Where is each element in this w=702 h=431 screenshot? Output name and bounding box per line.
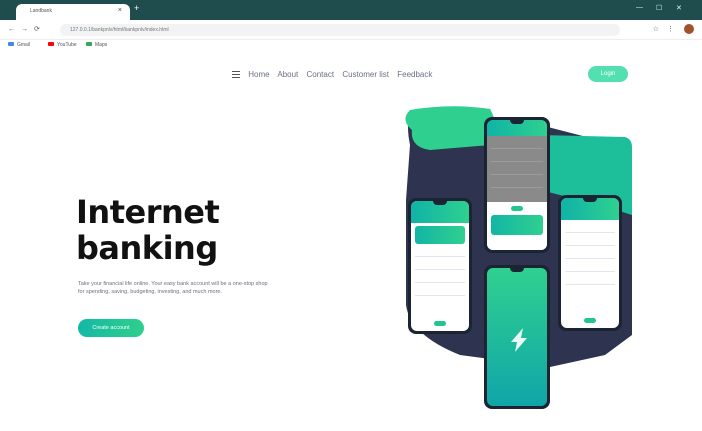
phone-bottom-screen bbox=[487, 268, 547, 406]
hero-title-line-1: Internet bbox=[76, 193, 220, 231]
new-tab-button[interactable]: + bbox=[134, 4, 143, 13]
hero-title-line-2: banking bbox=[76, 229, 218, 267]
phone-left-header bbox=[411, 201, 469, 223]
youtube-icon bbox=[48, 42, 54, 46]
tab-close-icon[interactable]: × bbox=[118, 7, 122, 14]
phone-left-button bbox=[434, 321, 446, 326]
maximize-icon[interactable]: ☐ bbox=[656, 4, 662, 12]
list-item bbox=[565, 275, 615, 285]
list-item bbox=[565, 236, 615, 246]
browser-tab-strip: Landbank × + — ☐ ✕ bbox=[0, 0, 702, 20]
phone-right-button bbox=[584, 318, 596, 323]
phone-top-sheet bbox=[487, 202, 547, 250]
nav-customer-list[interactable]: Customer list bbox=[342, 70, 389, 79]
list-item bbox=[491, 165, 543, 175]
phone-top-sheet-handle bbox=[511, 206, 523, 211]
minimize-icon[interactable]: — bbox=[636, 4, 643, 11]
phone-right bbox=[558, 195, 622, 331]
list-item bbox=[415, 273, 465, 283]
hero-title: Internet banking bbox=[76, 193, 220, 267]
gmail-icon bbox=[8, 42, 14, 46]
bookmark-youtube[interactable]: YouTube bbox=[48, 42, 77, 48]
nav-contact[interactable]: Contact bbox=[307, 70, 335, 79]
nav-about[interactable]: About bbox=[277, 70, 298, 79]
list-item bbox=[491, 178, 543, 188]
tab-title: Landbank bbox=[30, 8, 52, 14]
nav-home[interactable]: Home bbox=[248, 70, 269, 79]
phone-left bbox=[408, 198, 472, 334]
close-window-icon[interactable]: ✕ bbox=[676, 4, 682, 12]
phone-top-screen bbox=[487, 120, 547, 250]
address-bar[interactable]: 127.0.0.1/bankpnlv/html/bankpnlv/index.h… bbox=[60, 24, 620, 36]
phone-left-card bbox=[415, 226, 465, 244]
phone-top-header bbox=[487, 120, 547, 136]
list-item bbox=[565, 249, 615, 259]
create-account-button[interactable]: Create account bbox=[78, 319, 144, 337]
phones-illustration bbox=[400, 105, 640, 409]
list-item bbox=[565, 262, 615, 272]
phone-top-card bbox=[491, 215, 543, 235]
list-item bbox=[415, 286, 465, 296]
phone-top bbox=[484, 117, 550, 253]
browser-tab[interactable]: Landbank × bbox=[16, 4, 130, 20]
list-item bbox=[415, 247, 465, 257]
list-item bbox=[415, 260, 465, 270]
menu-icon[interactable] bbox=[232, 71, 240, 78]
bookmark-gmail[interactable]: Gmail bbox=[8, 42, 30, 48]
bookmark-maps[interactable]: Maps bbox=[86, 42, 107, 48]
site-nav: Home About Contact Customer list Feedbac… bbox=[232, 70, 438, 79]
list-item bbox=[565, 223, 615, 233]
url-text: 127.0.0.1/bankpnlv/html/bankpnlv/index.h… bbox=[70, 27, 169, 33]
address-bar-row: ←→⟳ 127.0.0.1/bankpnlv/html/bankpnlv/ind… bbox=[0, 20, 702, 40]
phone-left-screen bbox=[411, 201, 469, 331]
browser-nav-icons[interactable]: ←→⟳ bbox=[8, 25, 46, 33]
list-item bbox=[491, 139, 543, 149]
list-item bbox=[491, 152, 543, 162]
login-button[interactable]: Login bbox=[588, 66, 628, 82]
nav-feedback[interactable]: Feedback bbox=[397, 70, 432, 79]
logo-icon bbox=[511, 328, 527, 352]
hero-description: Take your financial life online. Your ea… bbox=[78, 281, 268, 295]
profile-avatar[interactable] bbox=[684, 24, 694, 34]
phone-right-header bbox=[561, 198, 619, 220]
phone-right-screen bbox=[561, 198, 619, 328]
phone-bottom bbox=[484, 265, 550, 409]
toolbar-icons[interactable]: ☆⋮ bbox=[653, 25, 682, 33]
maps-icon bbox=[86, 42, 92, 46]
bookmarks-bar: Gmail YouTube Maps bbox=[0, 40, 702, 52]
